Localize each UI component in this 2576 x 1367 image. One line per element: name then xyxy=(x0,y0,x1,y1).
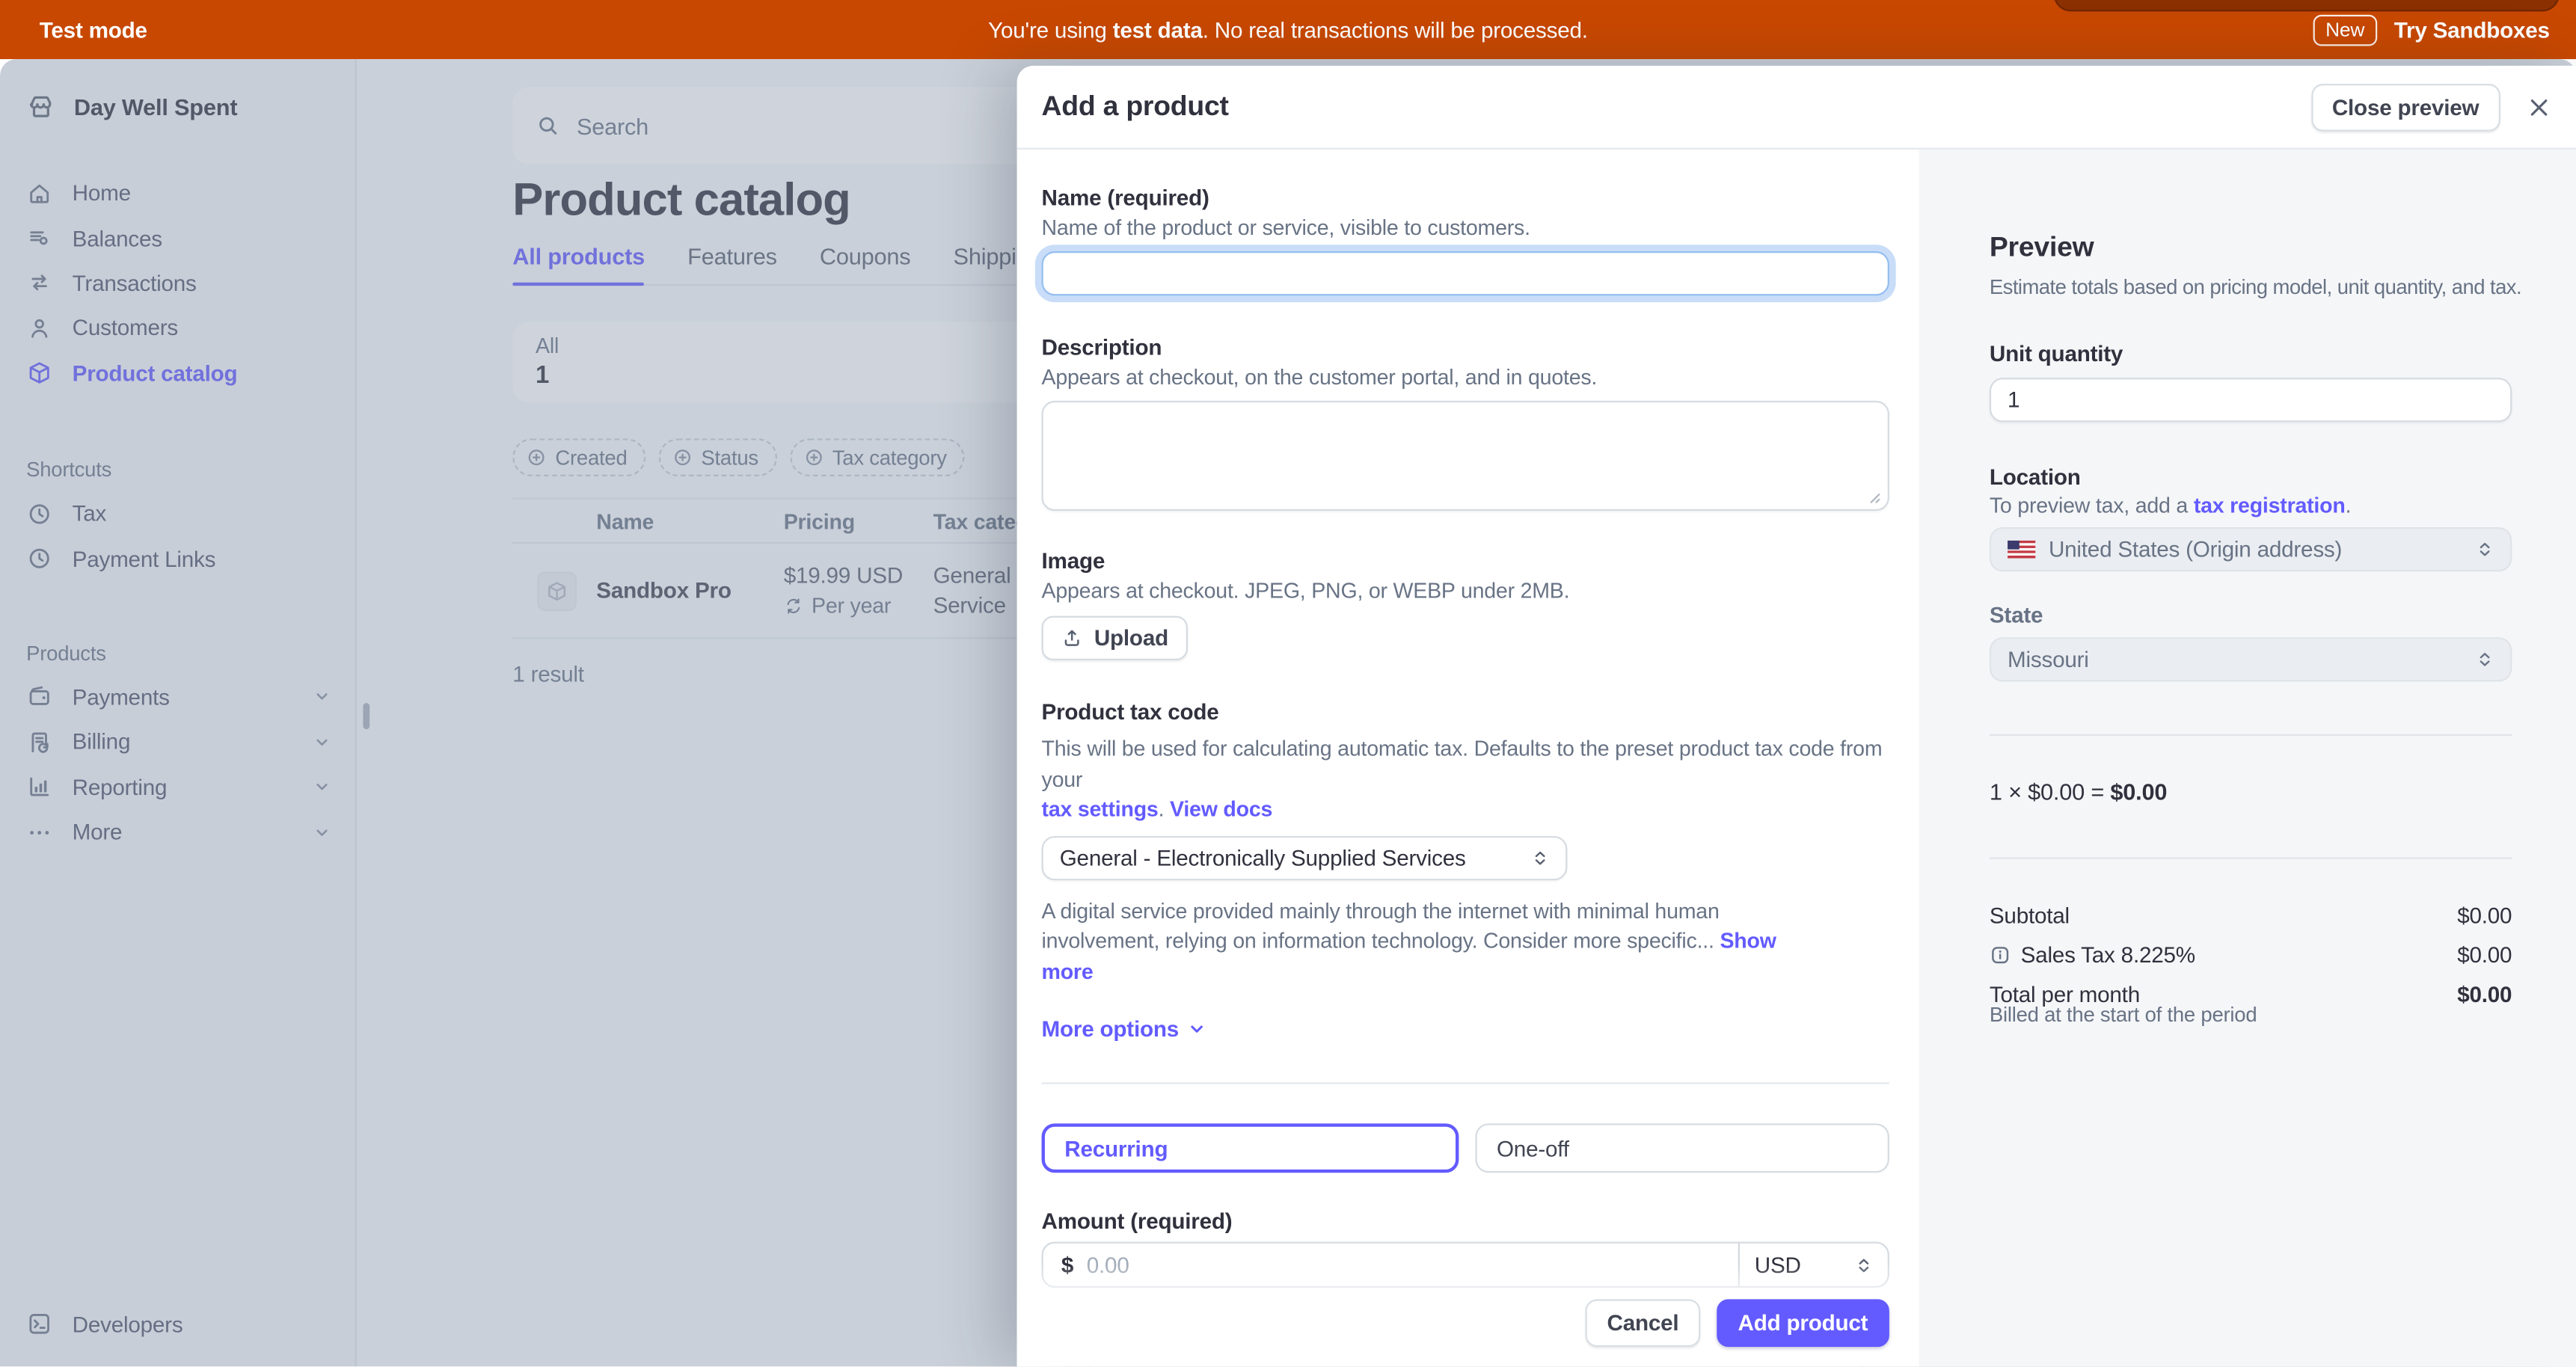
subtotal-value: $0.00 xyxy=(2457,903,2512,928)
tax-code-select[interactable]: General - Electronically Supplied Servic… xyxy=(1042,835,1568,879)
description-field-group: Description Appears at checkout, on the … xyxy=(1042,335,1889,511)
new-badge: New xyxy=(2313,14,2378,46)
preview-divider xyxy=(1990,858,2512,859)
test-mode-banner: Test mode You're using test data. No rea… xyxy=(0,0,2576,59)
tax-registration-link[interactable]: tax registration xyxy=(2194,493,2346,517)
add-product-modal: Add a product Close preview Name (requir… xyxy=(1017,66,2576,1367)
state-select[interactable]: Missouri xyxy=(1990,637,2512,681)
more-options-toggle[interactable]: More options xyxy=(1042,1017,1889,1042)
state-label: State xyxy=(1990,603,2512,627)
description-label: Description xyxy=(1042,335,1889,360)
dropdown-shadow-artifact xyxy=(2054,0,2560,11)
one-off-button[interactable]: One-off xyxy=(1475,1123,1889,1173)
add-product-form: Name (required) Name of the product or s… xyxy=(1017,150,1919,1367)
upload-button[interactable]: Upload xyxy=(1042,616,1189,660)
line-item-calc: 1 × $0.00 = $0.00 xyxy=(1990,778,2527,805)
totals-summary: Subtotal $0.00 Sales Tax 8.225% $0.00 To… xyxy=(1990,903,2512,1027)
description-textarea[interactable] xyxy=(1042,401,1889,511)
close-icon[interactable] xyxy=(2527,94,2551,119)
close-preview-button[interactable]: Close preview xyxy=(2310,83,2500,131)
tax-code-field-group: Product tax code This will be used for c… xyxy=(1042,700,1889,987)
preview-panel: Preview Estimate totals based on pricing… xyxy=(1919,150,2576,1367)
name-input[interactable] xyxy=(1042,251,1889,295)
chevron-down-icon xyxy=(1186,1019,1207,1040)
sales-tax-row: Sales Tax 8.225% $0.00 xyxy=(1990,943,2512,968)
chevron-updown-icon xyxy=(1531,848,1549,866)
preview-divider xyxy=(1990,734,2512,736)
chevron-updown-icon xyxy=(2476,541,2494,559)
location-group: Location To preview tax, add a tax regis… xyxy=(1990,465,2512,572)
unit-quantity-input[interactable] xyxy=(1990,378,2512,422)
name-label: Name (required) xyxy=(1042,185,1889,210)
view-docs-link[interactable]: View docs xyxy=(1170,796,1272,821)
preview-subtitle: Estimate totals based on pricing model, … xyxy=(1990,276,2527,299)
modal-footer: Cancel Add product xyxy=(1017,1265,1919,1366)
location-label: Location xyxy=(1990,465,2512,490)
try-sandboxes-button[interactable]: Try Sandboxes xyxy=(2394,17,2550,42)
resize-handle-icon[interactable] xyxy=(1866,490,1881,505)
modal-title: Add a product xyxy=(1042,90,1229,123)
billing-note: Billed at the start of the period xyxy=(1990,1004,2512,1027)
image-field-group: Image Appears at checkout. JPEG, PNG, or… xyxy=(1042,549,1889,660)
us-flag-icon xyxy=(2008,541,2035,559)
chevron-updown-icon xyxy=(2476,651,2494,669)
image-label: Image xyxy=(1042,549,1889,574)
sales-tax-value: $0.00 xyxy=(2457,943,2512,968)
tax-settings-link[interactable]: tax settings xyxy=(1042,796,1159,821)
info-icon[interactable] xyxy=(1990,944,2011,966)
amount-label: Amount (required) xyxy=(1042,1209,1889,1234)
state-group: State Missouri xyxy=(1990,603,2512,681)
total-value: $0.00 xyxy=(2457,982,2512,1007)
tax-code-description: A digital service provided mainly throug… xyxy=(1042,896,1814,987)
name-field-group: Name (required) Name of the product or s… xyxy=(1042,185,1889,295)
unit-quantity-group: Unit quantity xyxy=(1990,342,2512,423)
country-select[interactable]: United States (Origin address) xyxy=(1990,527,2512,571)
cancel-button[interactable]: Cancel xyxy=(1586,1299,1700,1347)
add-product-button[interactable]: Add product xyxy=(1717,1299,1889,1347)
test-data-message: You're using test data. No real transact… xyxy=(0,17,2576,42)
form-divider xyxy=(1042,1082,1889,1084)
pricing-model-toggle: Recurring One-off xyxy=(1042,1123,1889,1173)
subtotal-row: Subtotal $0.00 xyxy=(1990,903,2512,928)
tax-code-label: Product tax code xyxy=(1042,700,1889,725)
upload-icon xyxy=(1061,627,1083,649)
preview-title: Preview xyxy=(1990,232,2527,265)
unit-quantity-label: Unit quantity xyxy=(1990,342,2512,366)
recurring-button[interactable]: Recurring xyxy=(1042,1123,1459,1173)
